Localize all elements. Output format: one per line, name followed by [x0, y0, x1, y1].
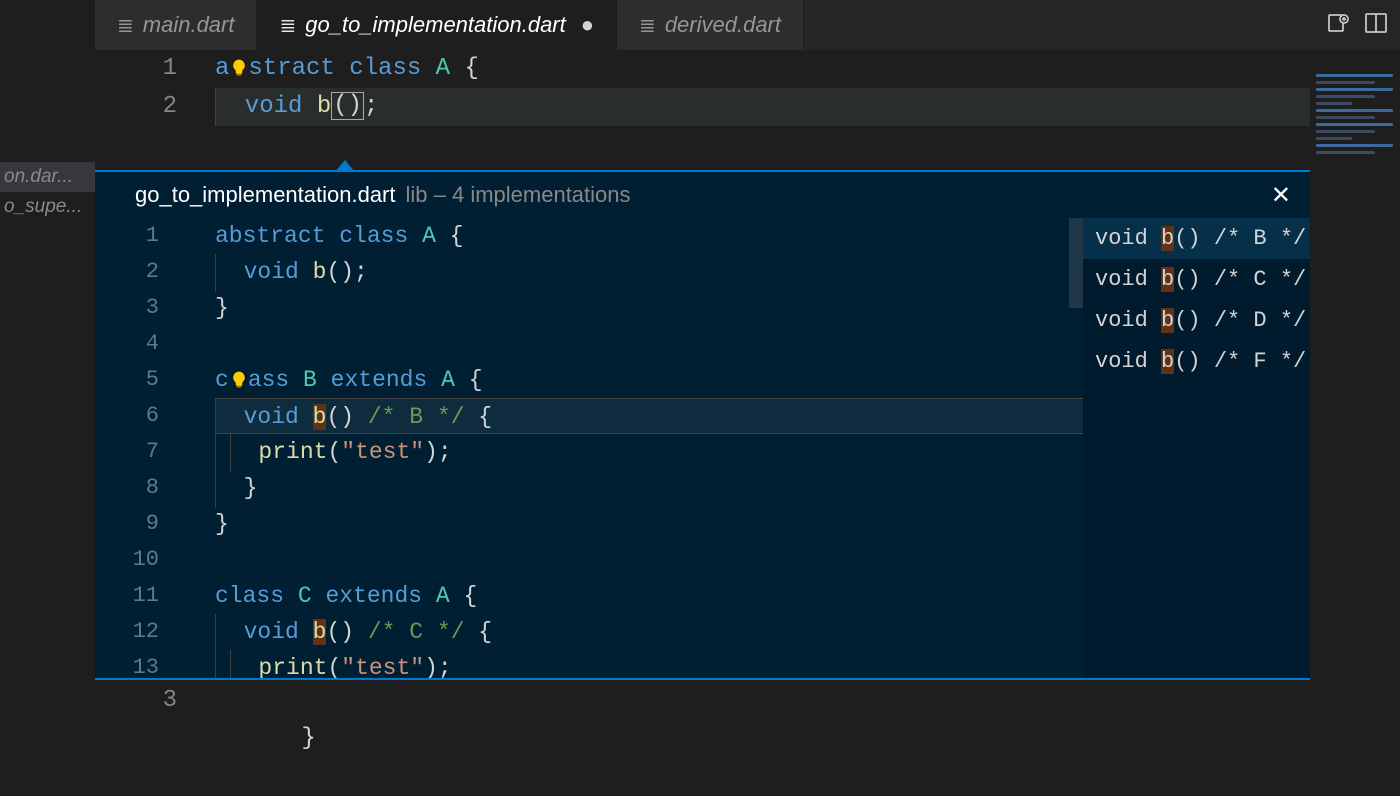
line-number: 4 [95, 326, 187, 362]
code-line[interactable]: abstract class A { [215, 218, 1083, 254]
close-icon[interactable]: ✕ [1271, 181, 1291, 210]
line-number: 12 [95, 614, 187, 650]
split-editor-icon[interactable] [1364, 11, 1388, 40]
line-number: 8 [95, 470, 187, 506]
tab-go-to-implementation[interactable]: ≣ go_to_implementation.dart ● [257, 0, 617, 50]
code-line[interactable]: astract class A { [215, 50, 1400, 88]
code-line[interactable]: } [215, 506, 1083, 542]
code-line[interactable]: void b(); [215, 88, 1400, 126]
code-line[interactable]: } [215, 290, 1083, 326]
line-number: 7 [95, 434, 187, 470]
code-line[interactable] [215, 542, 1083, 578]
code-line[interactable]: } [215, 682, 316, 720]
gutter: 3 [95, 682, 215, 720]
code-line[interactable]: void b() /* B */ { [215, 398, 1083, 434]
minimap[interactable] [1310, 50, 1400, 690]
explorer-item[interactable]: o_supe... [0, 192, 95, 222]
tab-bar: ≣ main.dart ≣ go_to_implementation.dart … [95, 0, 1400, 50]
line-number: 6 [95, 398, 187, 434]
line-number: 1 [95, 50, 215, 88]
line-number: 3 [95, 290, 187, 326]
peek-reference[interactable]: void b() /* F */ { [1083, 341, 1311, 382]
code-line[interactable]: cass B extends A { [215, 362, 1083, 398]
code-line[interactable]: } [215, 470, 1083, 506]
code-line[interactable]: print("test"); [215, 650, 1083, 678]
explorer-sidebar: on.dar... o_supe... [0, 0, 95, 700]
peek-context: lib – 4 implementations [406, 182, 631, 208]
line-number: 5 [95, 362, 187, 398]
line-number: 10 [95, 542, 187, 578]
peek-header: go_to_implementation.dart lib – 4 implem… [95, 172, 1311, 218]
open-changes-icon[interactable] [1326, 11, 1350, 40]
peek-panel: go_to_implementation.dart lib – 4 implem… [95, 170, 1311, 680]
file-icon: ≣ [279, 13, 296, 38]
peek-filename: go_to_implementation.dart [135, 182, 396, 208]
tab-label: main.dart [143, 12, 235, 38]
line-number: 1 [95, 218, 187, 254]
peek-editor[interactable]: 12345678910111213 abstract class A { voi… [95, 218, 1083, 678]
peek-reference[interactable]: void b() /* D */ { [1083, 300, 1311, 341]
line-number: 9 [95, 506, 187, 542]
editor[interactable]: 12 astract class A { void b(); go_to_imp… [95, 50, 1400, 700]
code-line[interactable]: void b() /* C */ { [215, 614, 1083, 650]
code-line[interactable]: class C extends A { [215, 578, 1083, 614]
peek-reference[interactable]: void b() /* B */ { [1083, 218, 1311, 259]
file-icon: ≣ [639, 13, 656, 38]
code-line[interactable] [215, 326, 1083, 362]
line-number: 11 [95, 578, 187, 614]
line-number: 2 [95, 254, 187, 290]
code-line[interactable]: print("test"); [215, 434, 1083, 470]
line-number: 13 [95, 650, 187, 678]
peek-reference[interactable]: void b() /* C */ { [1083, 259, 1311, 300]
tab-main-dart[interactable]: ≣ main.dart [95, 0, 257, 50]
file-icon: ≣ [117, 13, 134, 38]
tab-label: go_to_implementation.dart [305, 12, 566, 38]
peek-scrollbar[interactable] [1069, 218, 1083, 308]
line-number: 2 [95, 88, 215, 126]
explorer-item[interactable]: on.dar... [0, 162, 95, 192]
peek-references: void b() /* B */ {void b() /* C */ {void… [1083, 218, 1311, 678]
code-line[interactable]: void b(); [215, 254, 1083, 290]
tab-dirty-indicator[interactable]: ● [581, 12, 594, 38]
tab-label: derived.dart [665, 12, 781, 38]
tab-derived-dart[interactable]: ≣ derived.dart [617, 0, 804, 50]
